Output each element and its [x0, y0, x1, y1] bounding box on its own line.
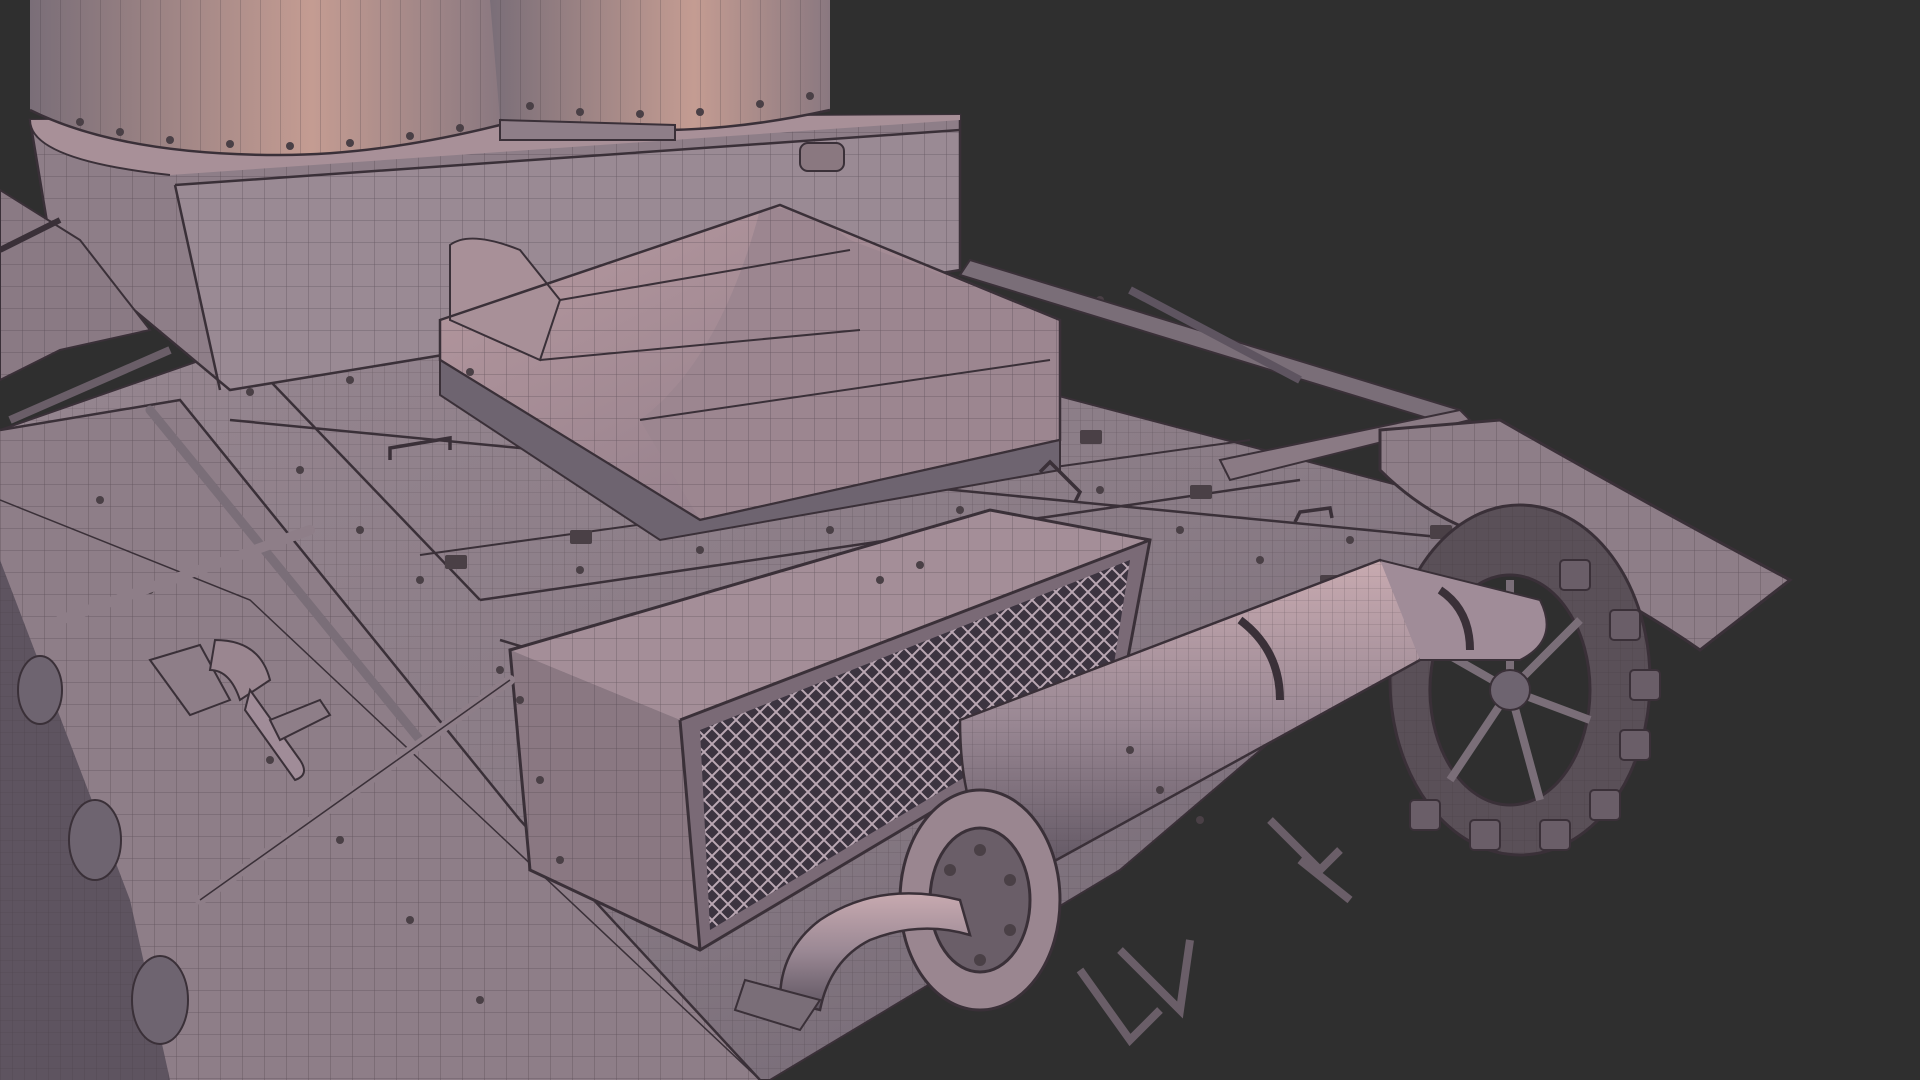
wireframe-render-scene — [0, 0, 1920, 1080]
turret-dome-right — [490, 0, 831, 141]
turret-dome-left — [29, 0, 501, 157]
3d-viewport[interactable] — [0, 0, 1920, 1080]
